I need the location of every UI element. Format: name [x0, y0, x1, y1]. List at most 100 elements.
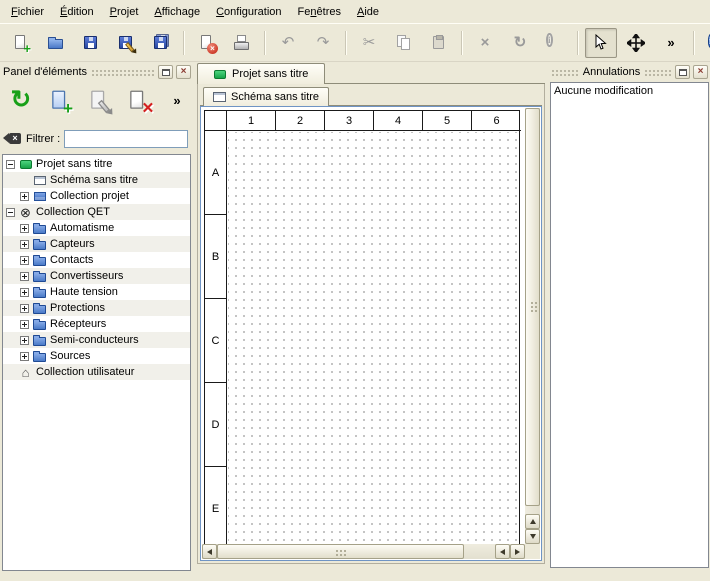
- elements-panel-title: Panel d'éléments: [2, 66, 88, 78]
- tree-item[interactable]: Protections: [3, 300, 190, 316]
- scroll-up-button[interactable]: [525, 514, 540, 529]
- tree-item[interactable]: Capteurs: [3, 236, 190, 252]
- tree-expander-plus-icon[interactable]: [20, 240, 29, 249]
- tree-expander-plus-icon[interactable]: [20, 272, 29, 281]
- dock-grip[interactable]: [91, 68, 155, 76]
- menu-fichier[interactable]: Fichier: [3, 2, 52, 22]
- undo-button[interactable]: ↶: [272, 28, 304, 58]
- print-button[interactable]: [226, 28, 258, 58]
- tree-item[interactable]: Convertisseurs: [3, 268, 190, 284]
- undo-history-entry[interactable]: Aucune modification: [554, 85, 705, 97]
- new-element-button[interactable]: +: [45, 86, 75, 116]
- scroll-right-button[interactable]: [510, 544, 525, 559]
- tab-project[interactable]: Projet sans titre: [197, 63, 325, 84]
- save-all-button[interactable]: [145, 28, 177, 58]
- scroll-left-button-2[interactable]: [495, 544, 510, 559]
- tree-item[interactable]: ⊗Collection QET: [3, 204, 190, 220]
- tree-item[interactable]: Projet sans titre: [3, 156, 190, 172]
- schema-icon: [213, 92, 226, 102]
- tree-item[interactable]: Contacts: [3, 252, 190, 268]
- delete-element-button[interactable]: ×: [123, 86, 153, 116]
- paste-button[interactable]: [423, 28, 455, 58]
- elements-panel-toolbar: ↻ + × »: [3, 82, 190, 120]
- vertical-scrollbar[interactable]: [525, 108, 540, 544]
- diagram-grid[interactable]: [228, 132, 520, 544]
- menu-edition[interactable]: Édition: [52, 2, 102, 22]
- tree-item[interactable]: ⌂Collection utilisateur: [3, 364, 190, 380]
- scroll-down-button[interactable]: [525, 529, 540, 544]
- toolbar-separator: [577, 31, 579, 55]
- tree-item[interactable]: Schéma sans titre: [3, 172, 190, 188]
- menu-fenetres[interactable]: Fenêtres: [290, 2, 349, 22]
- toolbar-overflow-button[interactable]: »: [655, 28, 687, 58]
- tree-expander-plus-icon[interactable]: [20, 224, 29, 233]
- rotate-button[interactable]: ↻: [504, 28, 536, 58]
- project-icon: [18, 158, 33, 171]
- save-as-button[interactable]: [110, 28, 142, 58]
- diagram-sheet: 123456 ABCDE: [204, 110, 520, 544]
- tree-expander-plus-icon[interactable]: [20, 304, 29, 313]
- menu-aide[interactable]: Aide: [349, 2, 387, 22]
- tree-item[interactable]: Récepteurs: [3, 316, 190, 332]
- tree-expander-plus-icon[interactable]: [20, 352, 29, 361]
- horizontal-scrollbar[interactable]: [202, 544, 525, 559]
- horizontal-scrollbar-thumb[interactable]: [217, 544, 464, 559]
- schema-viewport[interactable]: 123456 ABCDE: [202, 108, 525, 544]
- close-panel-button[interactable]: ×: [693, 65, 708, 79]
- redo-button[interactable]: ↷: [307, 28, 339, 58]
- down-arrow-icon: [530, 534, 536, 539]
- delete-button[interactable]: ×: [469, 28, 501, 58]
- copy-button[interactable]: [388, 28, 420, 58]
- column-header: 5: [423, 111, 472, 131]
- toolbar-separator: [345, 31, 347, 55]
- pan-mode-button[interactable]: [620, 28, 652, 58]
- close-icon: ×: [181, 66, 187, 78]
- object-info-button[interactable]: i: [539, 28, 571, 58]
- tree-item[interactable]: Automatisme: [3, 220, 190, 236]
- float-panel-button[interactable]: [675, 65, 690, 79]
- select-mode-button[interactable]: [585, 28, 617, 58]
- menu-configuration[interactable]: Configuration: [208, 2, 289, 22]
- save-button[interactable]: [75, 28, 107, 58]
- undo-history-list: Aucune modification: [550, 82, 709, 568]
- tree-item[interactable]: Sources: [3, 348, 190, 364]
- close-document-button[interactable]: ×: [191, 28, 223, 58]
- about-qet-button[interactable]: i: [701, 28, 710, 58]
- panel-overflow-button[interactable]: »: [162, 86, 192, 116]
- main-toolbar: +×↶↷✂×↻i»i: [0, 23, 710, 62]
- folder-icon: [32, 286, 47, 299]
- column-header: 2: [276, 111, 325, 131]
- filter-input[interactable]: [64, 130, 188, 148]
- tree-expander-plus-icon[interactable]: [20, 288, 29, 297]
- tree-expander-plus-icon[interactable]: [20, 320, 29, 329]
- tree-expander-plus-icon[interactable]: [20, 192, 29, 201]
- tree-item-label: Schéma sans titre: [50, 174, 138, 186]
- menu-projet[interactable]: Projet: [102, 2, 147, 22]
- redo-icon: ↷: [314, 34, 332, 52]
- open-document-button[interactable]: [40, 28, 72, 58]
- dock-grip[interactable]: [551, 68, 579, 76]
- clear-filter-button[interactable]: ×: [3, 131, 22, 147]
- cut-button[interactable]: ✂: [353, 28, 385, 58]
- menu-affichage[interactable]: Affichage: [146, 2, 208, 22]
- tree-item[interactable]: Collection projet: [3, 188, 190, 204]
- tree-item[interactable]: Semi-conducteurs: [3, 332, 190, 348]
- tree-expander-plus-icon[interactable]: [20, 336, 29, 345]
- scroll-left-button[interactable]: [202, 544, 217, 559]
- vertical-scrollbar-thumb[interactable]: [525, 108, 540, 506]
- filter-label: Filtrer :: [26, 133, 60, 145]
- tab-schema[interactable]: Schéma sans titre: [203, 87, 329, 106]
- tree-expander-plus-icon[interactable]: [20, 256, 29, 265]
- row-header: E: [205, 467, 227, 544]
- reload-collections-button[interactable]: ↻: [6, 86, 36, 116]
- float-panel-button[interactable]: [158, 65, 173, 79]
- close-panel-button[interactable]: ×: [176, 65, 191, 79]
- dock-grip[interactable]: [644, 68, 672, 76]
- new-document-button[interactable]: +: [5, 28, 37, 58]
- tree-expander-minus-icon[interactable]: [6, 208, 15, 217]
- edit-element-button[interactable]: [84, 86, 114, 116]
- tree-item-label: Collection QET: [36, 206, 110, 218]
- tree-expander-minus-icon[interactable]: [6, 160, 15, 169]
- toolbar-separator: [693, 31, 695, 55]
- tree-item[interactable]: Haute tension: [3, 284, 190, 300]
